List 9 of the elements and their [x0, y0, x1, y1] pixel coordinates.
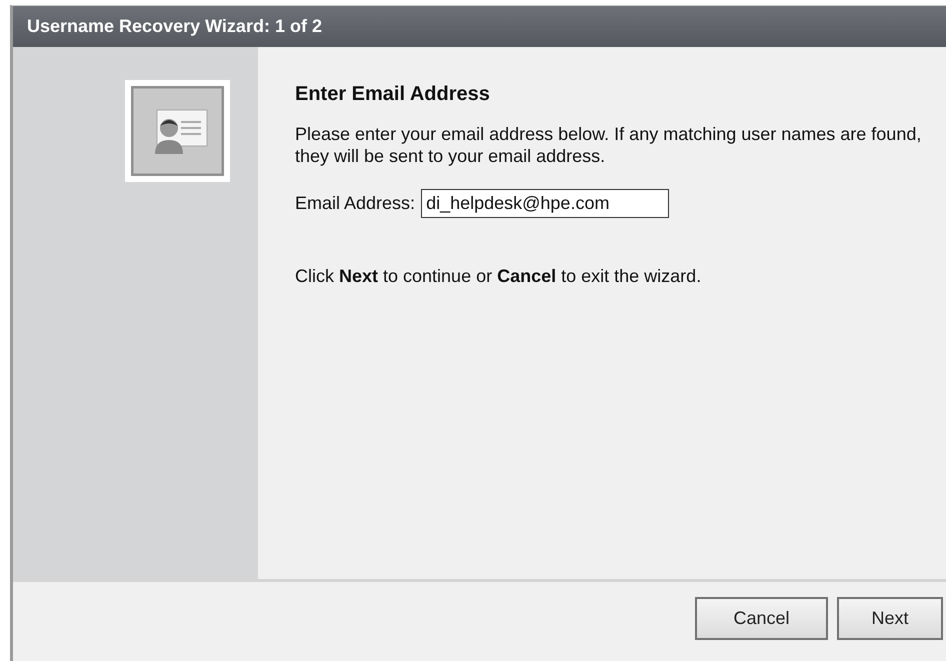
description-text: Please enter your email address below. If any matching user names are found, they will be sent to your email address. [295, 123, 922, 167]
email-field[interactable]: di_helpdesk@hpe.com [421, 189, 670, 218]
user-card-icon [125, 80, 230, 182]
step-heading: Enter Email Address [295, 83, 491, 106]
instruction-text: Click Next to continue or Cancel to exit the wizard. [295, 265, 702, 287]
next-button[interactable]: Next [837, 597, 943, 640]
email-label: Email Address: [295, 193, 416, 214]
window-title: Username Recovery Wizard: 1 of 2 [27, 16, 322, 37]
cancel-button[interactable]: Cancel [695, 597, 828, 640]
